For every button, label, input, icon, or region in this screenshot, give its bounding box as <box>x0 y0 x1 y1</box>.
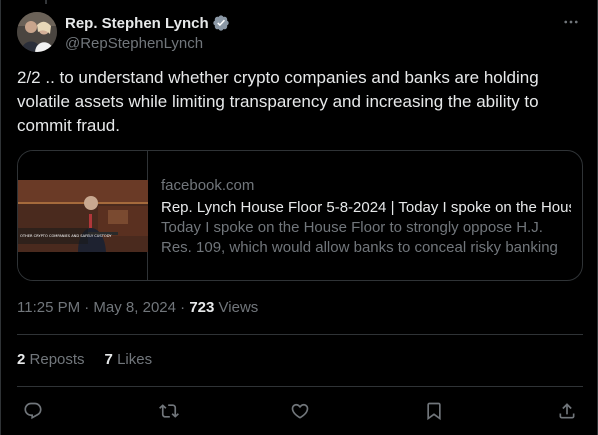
thumbnail-caption: OTHER CRYPTO COMPANIES AND SAFELY CUSTOD… <box>20 234 112 238</box>
card-domain: facebook.com <box>161 177 255 194</box>
card-thumbnail: OTHER CRYPTO COMPANIES AND SAFELY CUSTOD… <box>18 151 148 280</box>
meta-separator: · <box>180 299 186 316</box>
card-body: facebook.com Rep. Lynch House Floor 5-8-… <box>161 176 571 258</box>
bookmark-button[interactable] <box>421 398 447 424</box>
likes-count: 7 <box>104 351 113 368</box>
reposts-label: Reposts <box>29 351 85 368</box>
thread-connector <box>45 0 47 4</box>
views-count: 723 <box>189 299 215 316</box>
views-label: Views <box>218 299 259 316</box>
tweet-meta: 11:25 PM · May 8, 2024 · 723 Views <box>17 298 258 318</box>
tweet-text: 2/2 .. to understand whether crypto comp… <box>17 68 539 135</box>
link-preview-card[interactable]: OTHER CRYPTO COMPANIES AND SAFELY CUSTOD… <box>17 150 583 281</box>
share-icon <box>559 403 575 419</box>
like-button[interactable] <box>287 398 313 424</box>
card-description: Today I spoke on the House Floor to stro… <box>161 219 558 256</box>
repost-button[interactable] <box>156 398 182 424</box>
author-names: Rep. Stephen Lynch @RepStephenLynch <box>65 13 230 52</box>
action-bar <box>17 398 583 424</box>
divider <box>17 386 583 387</box>
share-button[interactable] <box>554 398 580 424</box>
handle[interactable]: @RepStephenLynch <box>65 35 230 52</box>
divider <box>17 334 583 335</box>
more-options-button[interactable] <box>559 12 583 32</box>
tweet-header: Rep. Stephen Lynch @RepStephenLynch <box>17 12 583 52</box>
reposts-stat[interactable]: 2 Reposts <box>17 351 85 368</box>
more-dots-icon <box>564 20 578 24</box>
reposts-count: 2 <box>17 351 26 368</box>
timestamp[interactable]: 11:25 PM · May 8, 2024 <box>17 299 176 316</box>
card-title: Rep. Lynch House Floor 5-8-2024 | Today … <box>161 199 571 216</box>
bookmark-icon <box>427 402 441 421</box>
repost-icon <box>159 404 179 418</box>
reply-button[interactable] <box>20 398 46 424</box>
display-name[interactable]: Rep. Stephen Lynch <box>65 15 209 32</box>
avatar[interactable] <box>17 12 57 52</box>
reply-icon <box>24 402 42 420</box>
likes-stat[interactable]: 7 Likes <box>105 351 153 368</box>
heart-icon <box>291 403 309 419</box>
tweet-detail: Rep. Stephen Lynch @RepStephenLynch 2/2 … <box>0 0 598 435</box>
likes-label: Likes <box>117 351 153 368</box>
verified-badge-icon[interactable] <box>212 14 230 32</box>
engagement-stats: 2 Reposts 7 Likes <box>17 351 172 368</box>
